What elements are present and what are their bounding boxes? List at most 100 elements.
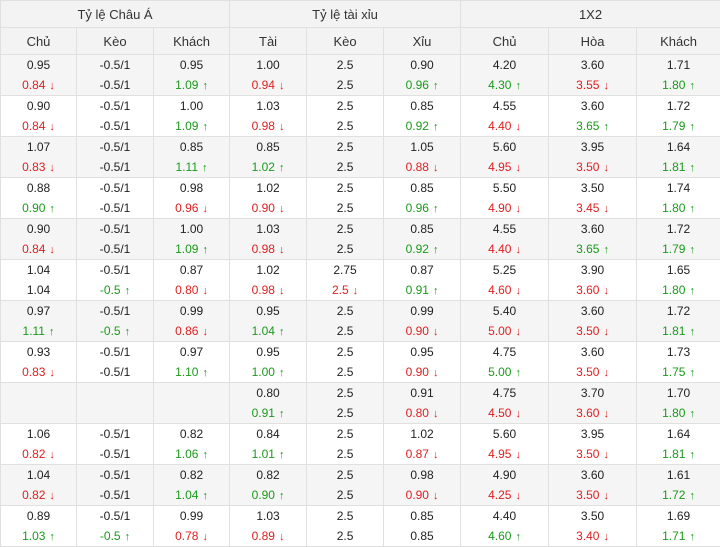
live-odds: 4.25↓ [461, 485, 548, 505]
opening-odds: 0.82 [154, 424, 229, 444]
live-odds: 2.5 [307, 116, 383, 136]
live-odds: 0.98↓ [230, 116, 306, 136]
live-odds: 0.78↓ [154, 526, 229, 546]
col-away: Khách [154, 28, 230, 55]
live-odds: 1.79↑ [637, 239, 720, 259]
group-header-row: Tỷ lệ Châu Á Tỷ lệ tài xỉu 1X2 [1, 1, 720, 28]
live-odds [1, 403, 76, 423]
opening-odds: 1.70 [637, 383, 720, 403]
opening-odds: 4.40 [461, 506, 548, 526]
odds-value: 5.40 [493, 304, 516, 318]
live-odds: 0.96↑ [384, 75, 460, 95]
live-odds: 0.89↓ [230, 526, 306, 546]
table-row: 1.070.83↓-0.5/1-0.5/10.851.11↑0.851.02↑2… [1, 137, 720, 178]
live-odds: 1.80↑ [637, 198, 720, 218]
arrow-down-icon: ↓ [515, 486, 521, 506]
opening-odds: 4.75 [461, 383, 548, 403]
odds-value: 1.09 [175, 78, 198, 92]
arrow-up-icon: ↑ [279, 445, 285, 465]
odds-value: 0.98 [252, 283, 275, 297]
odds-value: 3.60 [576, 283, 599, 297]
odds-value: 4.75 [493, 345, 516, 359]
opening-odds: 3.60 [549, 342, 636, 362]
cell-1x2-home: 5.405.00↓ [461, 301, 549, 342]
cell-1x2-away: 1.731.75↑ [637, 342, 720, 383]
odds-value: 1.81 [662, 447, 685, 461]
odds-value: 1.02 [256, 263, 279, 277]
cell-handicap: -0.5/1-0.5↑ [77, 506, 154, 547]
arrow-down-icon: ↓ [515, 404, 521, 424]
cell-over: 0.841.01↑ [230, 424, 307, 465]
live-odds: 0.90↓ [230, 198, 306, 218]
odds-value: 3.60 [581, 468, 604, 482]
odds-value: 0.82 [180, 468, 203, 482]
live-odds: 3.40↓ [549, 526, 636, 546]
opening-odds: 1.72 [637, 96, 720, 116]
arrow-up-icon: ↑ [515, 527, 521, 547]
live-odds: 0.90↓ [384, 321, 460, 341]
live-odds: 4.95↓ [461, 157, 548, 177]
arrow-down-icon: ↓ [353, 281, 359, 301]
cell-over: 1.020.98↓ [230, 260, 307, 301]
arrow-down-icon: ↓ [603, 445, 609, 465]
live-odds: -0.5↑ [77, 280, 153, 300]
arrow-up-icon: ↑ [689, 404, 695, 424]
opening-odds: 4.55 [461, 219, 548, 239]
odds-value: 4.90 [493, 468, 516, 482]
odds-value: 3.50 [581, 509, 604, 523]
cell-1x2-home: 4.754.50↓ [461, 383, 549, 424]
odds-value: 0.90 [252, 201, 275, 215]
cell-over: 1.020.90↓ [230, 178, 307, 219]
live-odds: 1.04 [1, 280, 76, 300]
cell-under: 0.910.80↓ [384, 383, 461, 424]
live-odds: 0.90↑ [230, 485, 306, 505]
opening-odds: 0.90 [384, 55, 460, 75]
odds-value: -0.5/1 [100, 119, 131, 133]
cell-1x2-home: 4.755.00↑ [461, 342, 549, 383]
live-odds: 2.5 [307, 403, 383, 423]
live-odds: 4.90↓ [461, 198, 548, 218]
cell-1x2-home: 5.604.95↓ [461, 424, 549, 465]
arrow-up-icon: ↑ [689, 486, 695, 506]
live-odds: -0.5/1 [77, 157, 153, 177]
live-odds: 0.96↓ [154, 198, 229, 218]
cell-handicap: -0.5/1-0.5/1 [77, 137, 154, 178]
table-row: 0.930.83↓-0.5/1-0.5/10.971.10↑0.951.00↑2… [1, 342, 720, 383]
odds-value: 0.94 [252, 78, 275, 92]
odds-value: 1.00 [180, 222, 203, 236]
odds-value: 0.87 [410, 263, 433, 277]
opening-odds: 0.90 [1, 219, 76, 239]
odds-value: 2.5 [337, 78, 354, 92]
opening-odds: -0.5/1 [77, 178, 153, 198]
odds-value: 0.91 [252, 406, 275, 420]
arrow-up-icon: ↑ [279, 158, 285, 178]
odds-value: 0.86 [175, 324, 198, 338]
opening-odds: 0.85 [384, 506, 460, 526]
live-odds: 1.01↑ [230, 444, 306, 464]
odds-value: 1.72 [667, 304, 690, 318]
live-odds: 2.5 [307, 444, 383, 464]
odds-value: 2.5 [332, 283, 349, 297]
odds-value: 3.50 [576, 324, 599, 338]
cell-under: 0.850.92↑ [384, 219, 461, 260]
live-odds: 0.84↓ [1, 239, 76, 259]
opening-odds: 2.5 [307, 178, 383, 198]
live-odds: 0.80↓ [384, 403, 460, 423]
cell-away: 0.821.04↑ [154, 465, 230, 506]
cell-1x2-home: 4.204.30↑ [461, 55, 549, 96]
arrow-down-icon: ↓ [279, 240, 285, 260]
odds-value: 1.00 [252, 365, 275, 379]
arrow-down-icon: ↓ [49, 158, 55, 178]
odds-value: 1.03 [256, 509, 279, 523]
odds-value: 0.90 [27, 99, 50, 113]
cell-under: 1.020.87↓ [384, 424, 461, 465]
arrow-down-icon: ↓ [49, 240, 55, 260]
arrow-down-icon: ↓ [202, 527, 208, 547]
odds-value: -0.5/1 [100, 468, 131, 482]
cell-home: 0.900.84↓ [1, 96, 77, 137]
cell-1x2-draw: 3.703.60↓ [549, 383, 637, 424]
live-odds: 2.5 [307, 75, 383, 95]
opening-odds: 0.82 [230, 465, 306, 485]
live-odds: 0.84↓ [1, 75, 76, 95]
table-row: 0.971.11↑-0.5/1-0.5↑0.990.86↓0.951.04↑2.… [1, 301, 720, 342]
